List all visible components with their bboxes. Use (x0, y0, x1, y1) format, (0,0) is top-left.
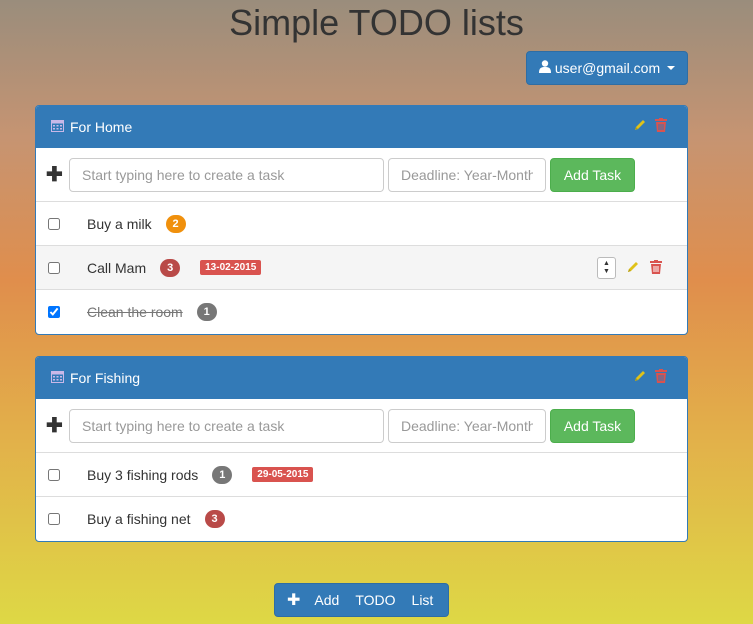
deadline-input[interactable] (388, 158, 546, 192)
plus-icon: ✚ (46, 415, 63, 437)
new-task-row: ✚ Add Task (36, 399, 687, 453)
priority-badge: 3 (204, 510, 225, 528)
user-icon (538, 60, 551, 76)
list-title: For Home (70, 119, 133, 135)
user-menu-button[interactable]: user@gmail.com (526, 51, 688, 85)
task-name: Buy a fishing net (87, 511, 191, 527)
priority-badge: 3 (160, 258, 181, 277)
task-name: Buy 3 fishing rods (87, 466, 199, 483)
plus-icon: ✚ (287, 592, 301, 609)
add-list-word: TODO (355, 592, 396, 608)
add-list-word: List (411, 592, 434, 608)
add-task-button[interactable]: Add Task (550, 409, 635, 443)
task-row[interactable]: Buy 3 fishing rods 1 29-05-2015 (36, 453, 687, 497)
task-checkbox[interactable] (48, 306, 60, 318)
task-row[interactable]: Buy a fishing net 3 (36, 497, 687, 541)
caret-down-icon (667, 66, 676, 70)
task-checkbox[interactable] (48, 468, 60, 481)
task-checkbox[interactable] (48, 217, 60, 230)
deadline-label: 13-02-2015 (200, 260, 262, 275)
task-checkbox[interactable] (48, 261, 60, 274)
task-row[interactable]: Call Mam 3 13-02-2015 ▲ ▼ (36, 246, 687, 290)
task-name: Buy a milk (87, 215, 152, 232)
deadline-input[interactable] (388, 409, 546, 443)
priority-badge: 1 (212, 465, 233, 484)
todo-list-panel: For Fishing ✚ Add Task Buy 3 fishing rod… (35, 356, 688, 542)
add-list-word: Add (314, 592, 340, 608)
calendar-icon (51, 370, 64, 386)
pencil-icon[interactable] (633, 369, 647, 386)
task-name: Clean the room (87, 304, 183, 320)
pencil-icon[interactable] (633, 118, 647, 135)
app-title: Simple TODO lists (229, 2, 524, 43)
chevron-up-icon[interactable]: ▲ (603, 260, 610, 268)
task-checkbox[interactable] (48, 513, 60, 525)
task-row[interactable]: Buy a milk 2 (36, 202, 687, 246)
pencil-icon[interactable] (626, 260, 640, 277)
calendar-icon (51, 119, 64, 135)
list-title: For Fishing (70, 370, 141, 386)
new-task-row: ✚ Add Task (36, 148, 687, 202)
todo-list-panel: For Home ✚ Add Task Buy a milk 2 Call Ma… (35, 105, 688, 335)
trash-icon[interactable] (655, 118, 667, 135)
priority-stepper[interactable]: ▲ ▼ (597, 257, 616, 279)
new-task-input[interactable] (69, 158, 384, 192)
trash-icon[interactable] (650, 259, 662, 277)
plus-icon: ✚ (46, 164, 63, 186)
list-header: For Fishing (36, 357, 687, 399)
trash-icon[interactable] (655, 369, 667, 386)
task-name: Call Mam (87, 259, 147, 276)
new-task-input[interactable] (69, 409, 384, 443)
deadline-label: 29-05-2015 (252, 467, 314, 482)
list-header: For Home (36, 106, 687, 148)
user-email: user@gmail.com (554, 60, 661, 76)
add-task-button[interactable]: Add Task (550, 158, 635, 192)
chevron-down-icon[interactable]: ▼ (603, 268, 610, 276)
add-todo-list-button[interactable]: ✚ Add TODO List (274, 583, 449, 617)
priority-badge: 2 (165, 214, 186, 233)
priority-badge: 1 (196, 303, 217, 321)
task-row[interactable]: Clean the room 1 (36, 290, 687, 334)
